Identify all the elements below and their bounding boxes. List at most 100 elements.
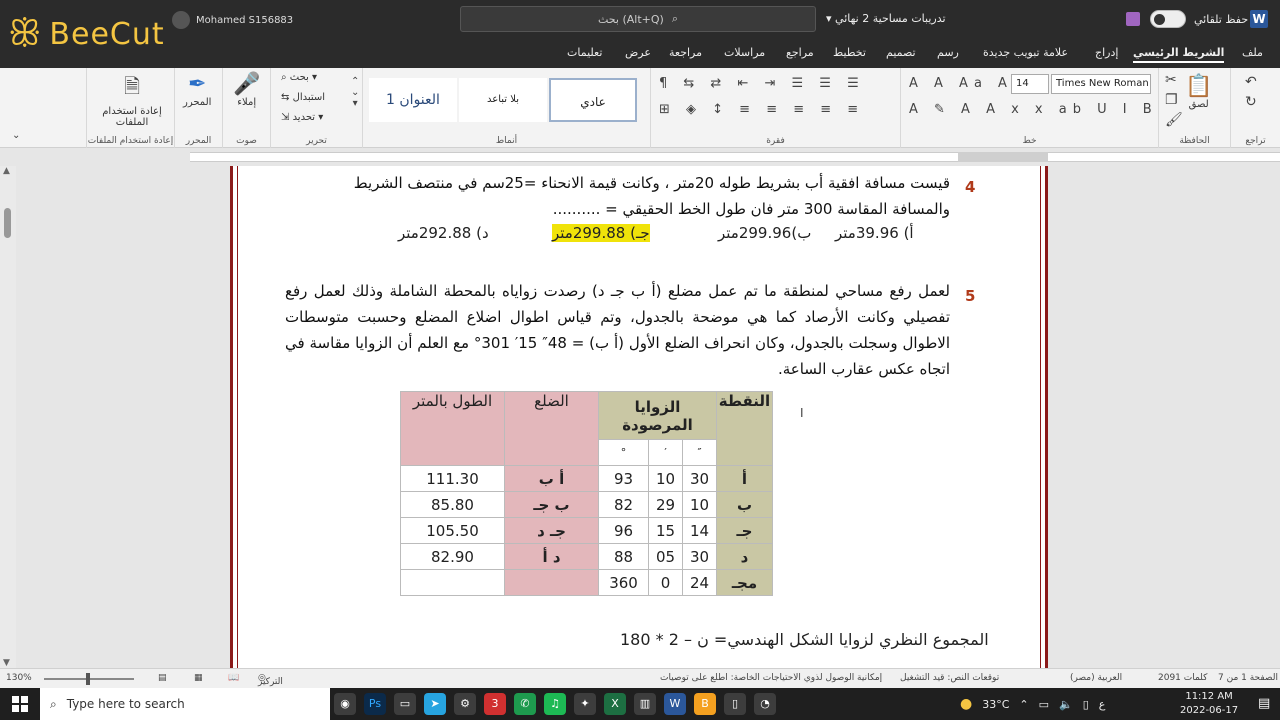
word-icon[interactable]: W — [664, 693, 686, 715]
tab-home[interactable]: الشريط الرئيسي — [1133, 46, 1225, 63]
web-layout-icon[interactable]: ▦ — [194, 673, 203, 683]
page-count[interactable]: الصفحة 1 من 7 — [1218, 673, 1278, 683]
editor-button[interactable]: ✒ المحرر — [183, 72, 211, 108]
user-name: Mohamed S156883 — [196, 14, 294, 26]
cell-side — [504, 569, 599, 596]
chevron-down-icon[interactable]: ⌄ — [12, 130, 20, 141]
tab-references[interactable]: مراجع — [786, 46, 814, 59]
spotify-icon[interactable]: ♫ — [544, 693, 566, 715]
vertical-scrollbar[interactable]: ▲ ▼ — [0, 166, 16, 668]
excel-icon[interactable]: X — [604, 693, 626, 715]
whatsapp-icon[interactable]: ✆ — [514, 693, 536, 715]
chrome-icon[interactable]: ◉ — [334, 693, 356, 715]
zoom-level[interactable]: 130% — [6, 673, 32, 683]
app-icon[interactable]: ⚙ — [454, 693, 476, 715]
app-icon[interactable]: ▥ — [634, 693, 656, 715]
chevron-up-icon[interactable]: ⌃ — [1019, 698, 1028, 711]
app-icon[interactable]: ✦ — [574, 693, 596, 715]
font-name-select[interactable]: Times New Roman ( — [1051, 74, 1151, 94]
cell-min: 0 — [648, 569, 684, 596]
document-page[interactable]: 4 قيست مسافة افقية أب بشريط طوله 20متر ،… — [230, 166, 1048, 668]
font-size-select[interactable]: 14 — [1011, 74, 1049, 94]
word-count[interactable]: 2091 كلمات — [1158, 673, 1207, 683]
battery-icon[interactable]: ▯ — [1083, 698, 1089, 711]
dictate-button[interactable]: 🎤 إملاء — [233, 72, 260, 108]
tab-mailings[interactable]: مراسلات — [724, 46, 765, 59]
ruler-bar — [190, 152, 1280, 162]
accessibility-status[interactable]: إمكانية الوصول لذوي الاحتياجات الخاصة: ا… — [660, 673, 882, 683]
focus-label: التركيز — [258, 677, 283, 687]
temperature[interactable]: 33°C — [982, 698, 1009, 711]
tab-view[interactable]: عرض — [625, 46, 651, 59]
focus-button[interactable]: التركيز ◎ — [258, 673, 283, 687]
tab-file[interactable]: ملف — [1242, 46, 1263, 59]
search-box[interactable]: بحث (Alt+Q) ⌕ — [460, 6, 816, 32]
text-predictions-status[interactable]: توقعات النص: قيد التشغيل — [900, 673, 999, 683]
volume-icon[interactable]: 🔈 — [1059, 698, 1073, 711]
clock[interactable]: 11:12 AM 2022-06-17 — [1180, 690, 1238, 718]
paste-button[interactable]: 📋 لصق — [1185, 74, 1212, 110]
weather-sun-icon[interactable]: ● — [960, 696, 972, 712]
format-painter-icon[interactable]: 🖌 — [1165, 112, 1183, 128]
paragraph-align-row[interactable]: ⊞ ◈ ↕ ≡ ≡ ≡ ≡ ≡ — [659, 102, 864, 117]
undo-icon[interactable]: ↶ — [1245, 74, 1257, 90]
beecut-taskbar-icon[interactable]: B — [694, 693, 716, 715]
reuse-files-button[interactable]: 🗎 إعادة استخدام الملفات — [97, 72, 167, 128]
app-with-badge-icon[interactable]: 3 — [484, 693, 506, 715]
style-heading-1[interactable]: العنوان 1 — [369, 78, 457, 122]
cell-sec: 14 — [682, 517, 717, 544]
document-title[interactable]: ▾ تدريبات مساحية 2 نهائي — [826, 12, 946, 25]
clock-date: 2022-06-17 — [1180, 705, 1239, 716]
beecut-watermark: ꕥ BeeCut — [8, 8, 208, 60]
search-icon: ⌕ — [50, 696, 57, 711]
dictate-label: إملاء — [237, 97, 257, 108]
tab-help[interactable]: تعليمات — [567, 46, 602, 59]
print-layout-icon[interactable]: ▤ — [158, 673, 167, 683]
app-icon[interactable]: ◔ — [754, 693, 776, 715]
read-mode-icon[interactable]: 📖 — [228, 673, 239, 683]
telegram-icon[interactable]: ➤ — [424, 693, 446, 715]
scroll-down-icon[interactable]: ▼ — [3, 658, 10, 668]
tab-insert[interactable]: إدراج — [1095, 46, 1118, 59]
select-button[interactable]: ⇲ تحديد ▾ — [281, 112, 323, 123]
replace-button[interactable]: ⇆ استبدال — [281, 92, 325, 103]
autosave-control[interactable]: حفظ تلقائي — [1150, 10, 1248, 28]
tab-layout[interactable]: تخطيط — [833, 46, 866, 59]
app-icon[interactable]: ▯ — [724, 693, 746, 715]
tab-draw[interactable]: رسم — [937, 46, 959, 59]
horizontal-ruler[interactable] — [0, 148, 1280, 166]
windows-start-icon[interactable] — [12, 696, 28, 712]
font-format-row[interactable]: A ✎ A A x x ab U I B — [909, 102, 1158, 117]
ribbon: ↶ ↻ تراجع 📋 لصق ✂ ❐ 🖌 الحافظة Times New … — [0, 68, 1280, 148]
scroll-thumb[interactable] — [4, 208, 11, 238]
paragraph-list-row[interactable]: ¶ ⇆ ⇄ ⇤ ⇥ ☰ ☰ ☰ — [659, 76, 865, 91]
input-language[interactable]: ع — [1099, 698, 1106, 711]
tab-new[interactable]: علامة تبويب جديدة — [983, 46, 1068, 59]
scroll-up-icon[interactable]: ▲ — [3, 166, 10, 176]
document-title-text: تدريبات مساحية 2 نهائي — [835, 12, 946, 25]
language-status[interactable]: العربية (مصر) — [1070, 673, 1122, 683]
chevron-down-icon: ▾ — [826, 12, 832, 25]
cut-icon[interactable]: ✂ — [1165, 72, 1177, 88]
zoom-slider-thumb[interactable] — [86, 673, 90, 685]
taskbar-search[interactable]: ⌕ Type here to search — [40, 688, 330, 720]
table-header-row: النقطة الزوايا المرصودة الضلع الطول بالم… — [400, 391, 773, 466]
find-button[interactable]: ⌕ بحث ▾ — [281, 72, 317, 83]
font-size-grow-shrink[interactable]: A A Aa A — [909, 76, 1013, 91]
cell-deg: 93 — [597, 465, 650, 492]
notifications-icon[interactable]: ▤ — [1258, 696, 1270, 711]
autosave-toggle[interactable] — [1150, 10, 1186, 28]
style-normal[interactable]: عادي — [549, 78, 637, 122]
autosave-label: حفظ تلقائي — [1194, 12, 1249, 26]
cell-side: جـ د — [504, 517, 599, 544]
network-icon[interactable]: ▭ — [1039, 698, 1049, 711]
redo-icon[interactable]: ↻ — [1245, 94, 1257, 110]
copy-icon[interactable]: ❐ — [1165, 92, 1178, 108]
file-explorer-icon[interactable]: ▭ — [394, 693, 416, 715]
save-icon[interactable] — [1126, 12, 1140, 26]
tab-review[interactable]: مراجعة — [669, 46, 702, 59]
photoshop-icon[interactable]: Ps — [364, 693, 386, 715]
undo-group: ↶ ↻ تراجع — [1230, 68, 1280, 148]
tab-design[interactable]: تصميم — [886, 46, 916, 59]
style-no-spacing[interactable]: بلا تباعد — [459, 78, 547, 122]
